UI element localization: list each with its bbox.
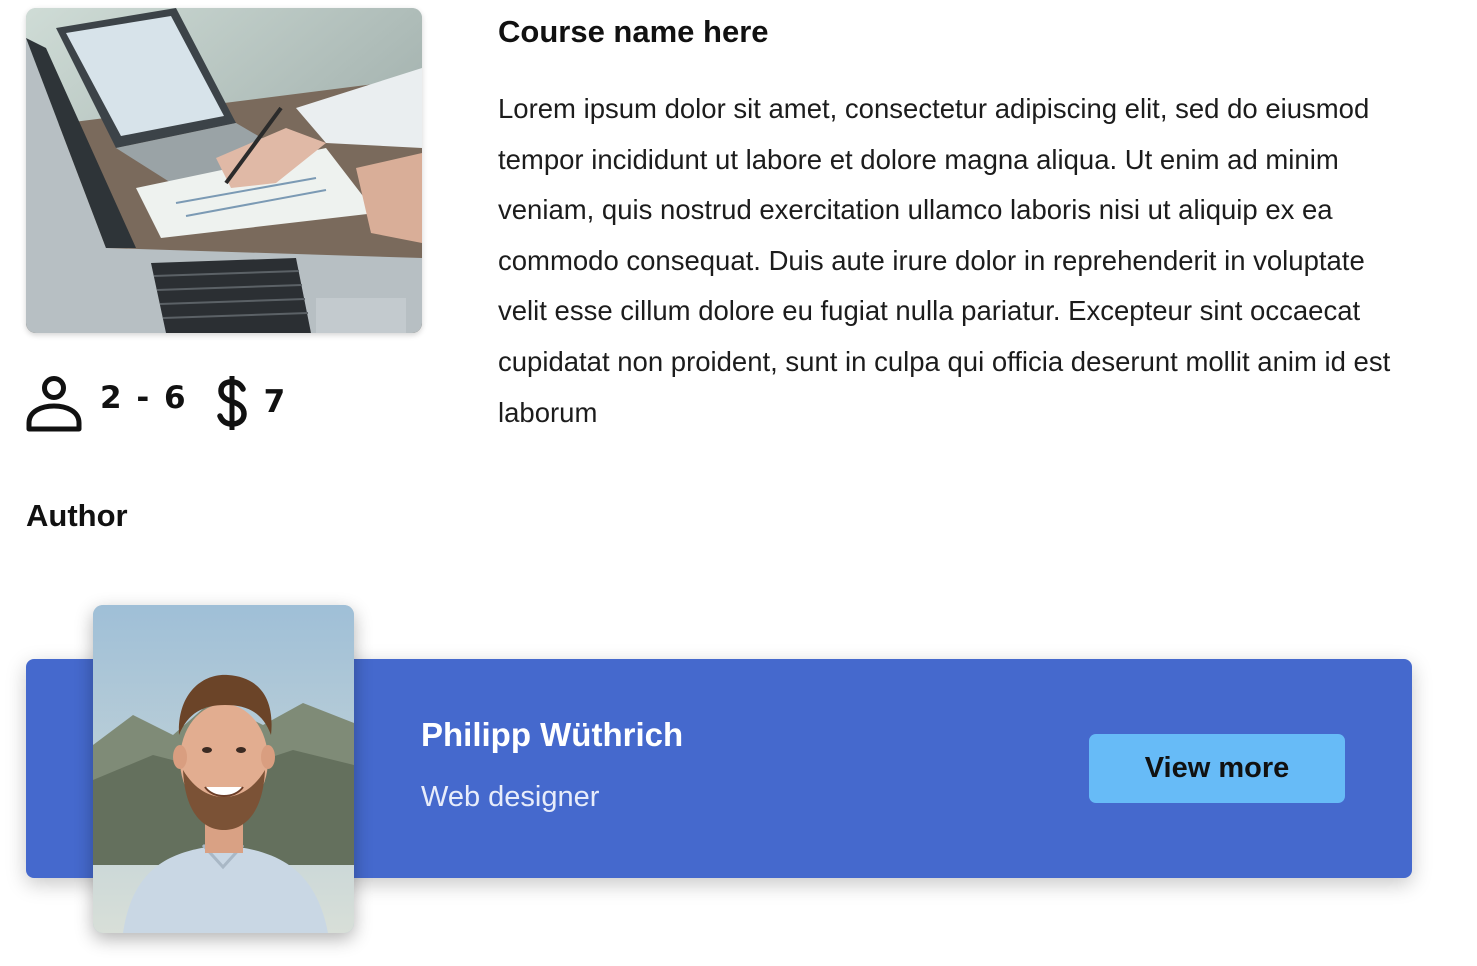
- participants-count: 2 - 6: [100, 380, 188, 416]
- author-name: Philipp Wüthrich: [421, 716, 684, 753]
- price-value: 7: [263, 384, 288, 420]
- dollar-icon: [216, 374, 248, 432]
- author-heading: Author: [26, 498, 128, 533]
- course-image: [26, 8, 422, 333]
- person-icon: [26, 373, 82, 433]
- view-more-button[interactable]: View more: [1089, 734, 1345, 803]
- author-role: Web designer: [421, 781, 600, 813]
- course-title: Course name here: [498, 14, 769, 49]
- author-photo: [93, 605, 354, 933]
- course-meta: 2 - 6 7: [26, 372, 287, 434]
- course-description: Lorem ipsum dolor sit amet, consectetur …: [498, 93, 1391, 428]
